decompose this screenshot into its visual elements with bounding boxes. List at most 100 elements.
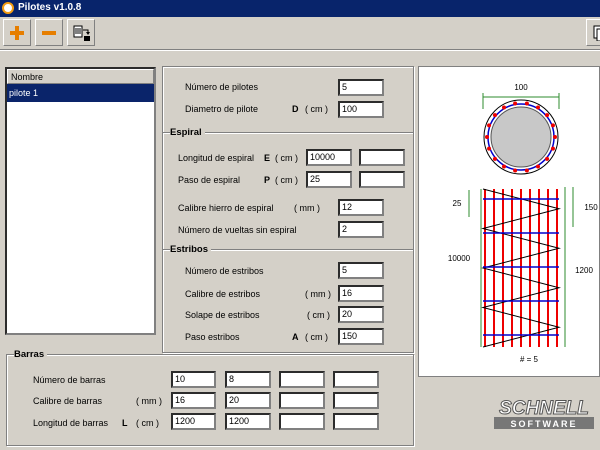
solape-estribos-unit: ( cm ): [307, 310, 330, 320]
app-icon: [2, 2, 14, 14]
longitud-espiral-unit: ( cm ): [275, 153, 298, 163]
calibre-estribos-label: Calibre de estribos: [185, 289, 261, 299]
toolbar: [0, 17, 600, 50]
rebar-dot: [536, 105, 540, 110]
calibre-espiral-field[interactable]: 12: [338, 199, 384, 216]
barra-dim-label: 1200: [575, 266, 593, 275]
longitud-barras-field-3[interactable]: [279, 413, 325, 430]
rebar-dot: [550, 146, 555, 151]
title-bar: Pilotes v1.0.8: [0, 0, 600, 17]
diametro-label: Diametro de pilote: [185, 104, 259, 114]
num-pilotes-field[interactable]: 5: [338, 79, 384, 96]
calibre-estribos-unit: ( mm ): [305, 289, 331, 299]
export-button[interactable]: [67, 19, 95, 46]
paso-estribos-unit: ( cm ): [305, 332, 328, 342]
rebar-dot: [513, 168, 518, 173]
rebar-dot: [550, 123, 555, 128]
calibre-barras-label: Calibre de barras: [33, 396, 103, 406]
estribo-dim-label: 150: [584, 203, 598, 212]
rebar-dot: [502, 105, 506, 110]
remove-button[interactable]: [35, 19, 63, 46]
longitud-espiral-label: Longitud de espiral: [178, 153, 255, 163]
window-title: Pilotes v1.0.8: [18, 2, 82, 13]
solape-estribos-label: Solape de estribos: [185, 310, 260, 320]
diameter-label: 100: [514, 83, 528, 92]
rebar-dot: [545, 113, 550, 118]
pile-drawing: 100 25 10000 150 1200 # = 5: [418, 66, 600, 377]
rebar-dot: [545, 156, 550, 161]
rebar-dot: [536, 164, 540, 169]
longitud-barras-unit: ( cm ): [136, 418, 159, 428]
elevation-dimensions: 25 10000 150 1200 # = 5: [448, 187, 598, 364]
minus-icon: [42, 31, 56, 35]
calibre-estribos-field[interactable]: 16: [338, 285, 384, 302]
barras-title: Barras: [14, 349, 48, 360]
longitud-dim-label: 10000: [448, 254, 471, 263]
diametro-unit: ( cm ): [305, 104, 328, 114]
copy-button[interactable]: [586, 19, 600, 46]
svg-text:SCHNELL: SCHNELL: [499, 398, 589, 419]
toolbar-separator: [0, 49, 600, 51]
longitud-espiral-field[interactable]: 10000: [306, 149, 352, 166]
diametro-symbol: D: [292, 104, 299, 114]
longitud-barras-symbol: L: [122, 418, 128, 428]
longitud-barras-field-2[interactable]: 1200: [225, 413, 271, 430]
vueltas-field[interactable]: 2: [338, 221, 384, 238]
num-barras-label: Número de barras: [33, 375, 106, 385]
estribos-title: Estribos: [170, 244, 212, 255]
svg-text:SOFTWARE: SOFTWARE: [511, 419, 578, 429]
longitud-barras-field-1[interactable]: 1200: [171, 413, 216, 430]
rebar-dot: [524, 168, 529, 173]
vueltas-label: Número de vueltas sin espiral: [178, 225, 297, 235]
paso-dim-label: 25: [453, 199, 462, 208]
list-header-nombre[interactable]: Nombre: [7, 69, 154, 84]
paso-estribos-field[interactable]: 150: [338, 328, 384, 345]
espiral-title: Espiral: [170, 127, 205, 138]
solape-estribos-field[interactable]: 20: [338, 306, 384, 323]
longitud-espiral-field-2[interactable]: [359, 149, 405, 166]
calibre-espiral-label: Calibre hierro de espiral: [178, 203, 274, 213]
export-icon: [73, 25, 90, 41]
rebar-dot: [487, 146, 492, 151]
calibre-barras-field-4[interactable]: [333, 392, 379, 409]
pilotes-list[interactable]: Nombre pilote 1: [5, 67, 156, 335]
diametro-field[interactable]: 100: [338, 101, 384, 118]
rebar-dot: [513, 101, 518, 106]
rebar-dot: [524, 101, 529, 106]
rebar-dot: [553, 135, 557, 139]
num-barras-field-3[interactable]: [279, 371, 325, 388]
schnell-logo: SCHNELL SOFTWARE: [492, 392, 596, 436]
num-barras-field-2[interactable]: 8: [225, 371, 271, 388]
copy-icon: [593, 25, 600, 41]
calibre-barras-unit: ( mm ): [136, 396, 162, 406]
rebar-dot: [485, 135, 489, 139]
num-barras-field-4[interactable]: [333, 371, 379, 388]
count-label: # = 5: [520, 355, 539, 364]
add-button[interactable]: [3, 19, 31, 46]
list-item[interactable]: pilote 1: [7, 84, 154, 102]
calibre-espiral-unit: ( mm ): [294, 203, 320, 213]
paso-estribos-symbol: A: [292, 332, 299, 342]
num-estribos-label: Número de estribos: [185, 266, 264, 276]
calibre-barras-field-1[interactable]: 16: [171, 392, 216, 409]
calibre-barras-field-3[interactable]: [279, 392, 325, 409]
pile-elevation: [481, 188, 561, 348]
paso-espiral-unit: ( cm ): [275, 175, 298, 185]
rebar-dot: [502, 164, 506, 169]
rebar-dot: [492, 113, 497, 118]
calibre-barras-field-2[interactable]: 20: [225, 392, 271, 409]
longitud-espiral-symbol: E: [264, 153, 271, 163]
longitud-barras-field-4[interactable]: [333, 413, 379, 430]
num-pilotes-label: Número de pilotes: [185, 82, 259, 92]
longitud-barras-label: Longitud de barras: [33, 418, 109, 428]
num-barras-field-1[interactable]: 10: [171, 371, 216, 388]
rebar-dot: [487, 123, 492, 128]
paso-espiral-field-2[interactable]: [359, 171, 405, 188]
paso-espiral-symbol: P: [264, 175, 271, 185]
pile-cross-section: [483, 99, 559, 175]
rebar-dot: [492, 156, 497, 161]
paso-espiral-field[interactable]: 25: [306, 171, 352, 188]
num-estribos-field[interactable]: 5: [338, 262, 384, 279]
paso-estribos-label: Paso estribos: [185, 332, 240, 342]
plus-icon: [10, 26, 24, 40]
